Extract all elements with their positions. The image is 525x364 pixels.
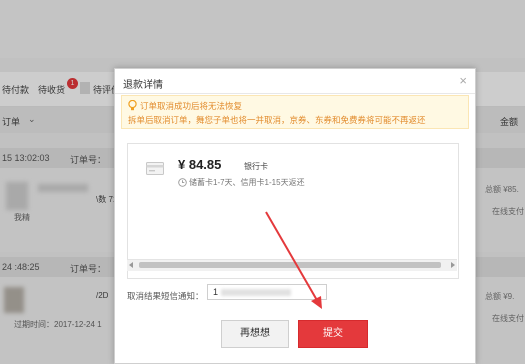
phone-number-blur <box>221 289 291 296</box>
refund-method: 银行卡 <box>244 162 268 171</box>
dialog-header: 退款详情 × <box>115 69 475 94</box>
refund-amount: ¥ 84.85 <box>178 157 222 172</box>
scroll-left-icon[interactable] <box>129 262 133 268</box>
reconsider-button[interactable]: 再想想 <box>221 320 289 348</box>
scrollbar-thumb[interactable] <box>139 262 441 268</box>
dialog-title: 退款详情 <box>123 80 163 91</box>
bank-card-icon <box>146 162 164 175</box>
horizontal-scrollbar[interactable] <box>127 259 457 271</box>
sms-notify-label: 取消结果短信通知： <box>127 291 204 301</box>
bulb-icon <box>128 100 137 111</box>
close-icon[interactable]: × <box>459 74 467 87</box>
notice-line1: 订单取消成功后将无法恢复 <box>140 101 243 111</box>
refund-timing: 储蓄卡1-7天、信用卡1-15天返还 <box>189 178 305 187</box>
scroll-right-icon[interactable] <box>451 262 455 268</box>
notice-line2: 拆单后取消订单，舞您子单也将一并取消，京券、东券和免费券将可能不再返还 <box>128 115 426 125</box>
notice-banner: 订单取消成功后将无法恢复 拆单后取消订单，舞您子单也将一并取消，京券、东券和免费… <box>121 95 469 129</box>
submit-button[interactable]: 提交 <box>298 320 368 348</box>
clock-icon <box>178 178 187 187</box>
refund-detail-dialog: 退款详情 × 订单取消成功后将无法恢复 拆单后取消订单，舞您子单也将一并取消，京… <box>114 68 476 364</box>
